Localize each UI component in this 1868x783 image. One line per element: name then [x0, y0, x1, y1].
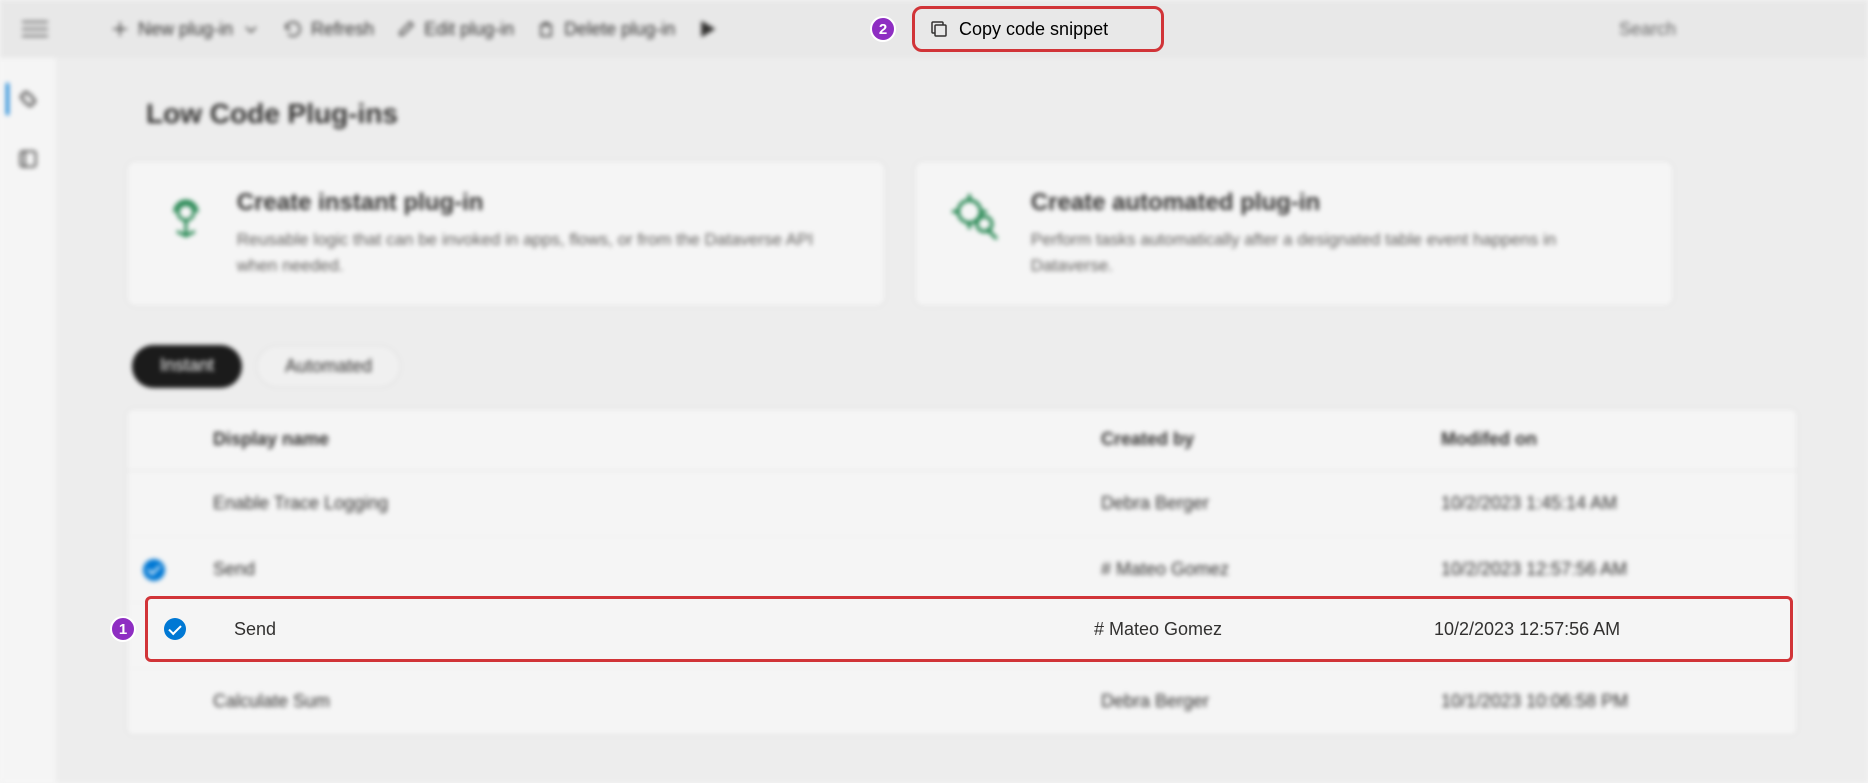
- check-icon[interactable]: [143, 559, 165, 581]
- plugins-grid: Display name Created by Modifed on Enabl…: [126, 408, 1798, 736]
- new-plugin-button[interactable]: New plug-in: [110, 19, 261, 40]
- callout-badge-2: 2: [870, 16, 896, 42]
- trash-icon: [536, 19, 556, 39]
- rail-library-icon[interactable]: [12, 143, 44, 175]
- search-input[interactable]: Search: [1619, 19, 1856, 40]
- touch-icon: [159, 189, 213, 249]
- table-row[interactable]: Enable Trace Logging Debra Berger 10/2/2…: [127, 471, 1797, 537]
- hamburger-icon[interactable]: [22, 21, 48, 37]
- delete-plugin-button[interactable]: Delete plug-in: [536, 19, 675, 40]
- refresh-icon: [283, 19, 303, 39]
- edit-icon: [396, 19, 416, 39]
- col-created-by[interactable]: Created by: [1101, 429, 1441, 450]
- copy-icon: [929, 19, 949, 39]
- col-modified-on[interactable]: Modifed on: [1441, 429, 1781, 450]
- col-display-name[interactable]: Display name: [213, 429, 1101, 450]
- create-instant-card[interactable]: Create instant plug-in Reusable logic th…: [126, 160, 886, 307]
- run-button[interactable]: [697, 19, 717, 39]
- table-row[interactable]: Calculate Sum Debra Berger 10/1/2023 10:…: [127, 669, 1797, 735]
- check-icon[interactable]: [164, 618, 186, 640]
- page-title: Low Code Plug-ins: [146, 98, 1798, 130]
- plug-icon: [947, 189, 1007, 249]
- chevron-down-icon: [241, 19, 261, 39]
- rail-plugins-icon[interactable]: [6, 83, 38, 115]
- tab-automated[interactable]: Automated: [256, 345, 401, 388]
- side-rail: [0, 58, 56, 783]
- copy-code-snippet-button[interactable]: Copy code snippet: [912, 6, 1164, 52]
- play-icon: [697, 19, 717, 39]
- create-automated-card[interactable]: Create automated plug-in Perform tasks a…: [914, 160, 1674, 307]
- plus-icon: [110, 19, 130, 39]
- table-row[interactable]: Send # Mateo Gomez 10/2/2023 12:57:56 AM: [127, 537, 1797, 603]
- edit-plugin-button[interactable]: Edit plug-in: [396, 19, 514, 40]
- tab-instant[interactable]: Instant: [132, 345, 242, 388]
- new-plugin-label: New plug-in: [138, 19, 233, 40]
- callout-badge-1: 1: [110, 616, 136, 642]
- selected-row-highlight[interactable]: Send # Mateo Gomez 10/2/2023 12:57:56 AM: [145, 596, 1793, 662]
- refresh-button[interactable]: Refresh: [283, 19, 374, 40]
- main-content: Low Code Plug-ins Create instant plug-in…: [56, 58, 1868, 783]
